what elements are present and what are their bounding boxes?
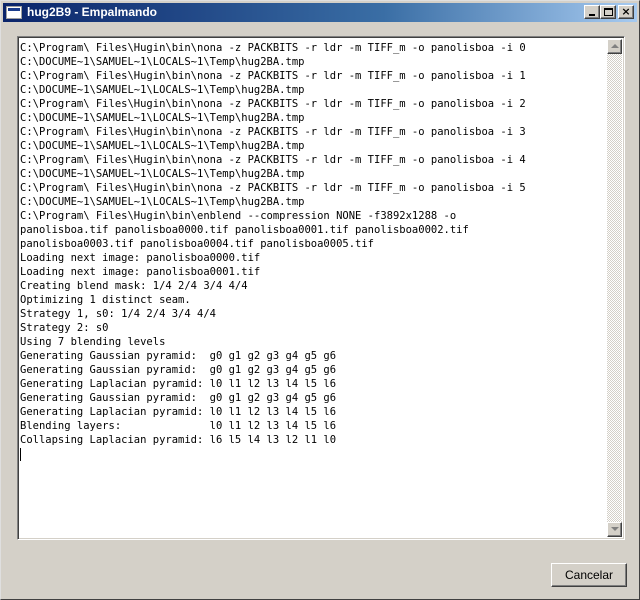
console-line: C:\DOCUME~1\SAMUEL~1\LOCALS~1\Temp\hug2B…	[20, 112, 305, 124]
close-icon: ×	[621, 5, 631, 18]
console-line: C:\DOCUME~1\SAMUEL~1\LOCALS~1\Temp\hug2B…	[20, 84, 305, 96]
console-line: C:\Program\ Files\Hugin\bin\nona -z PACK…	[20, 42, 526, 54]
console-line: C:\Program\ Files\Hugin\bin\enblend --co…	[20, 210, 457, 222]
minimize-icon	[589, 14, 595, 16]
console-line: C:\Program\ Files\Hugin\bin\nona -z PACK…	[20, 154, 526, 166]
console-line: C:\DOCUME~1\SAMUEL~1\LOCALS~1\Temp\hug2B…	[20, 140, 305, 152]
console-line: C:\DOCUME~1\SAMUEL~1\LOCALS~1\Temp\hug2B…	[20, 56, 305, 68]
console-line: panolisboa0003.tif panolisboa0004.tif pa…	[20, 238, 375, 250]
console-line: Strategy 1, s0: 1/4 2/4 3/4 4/4	[20, 308, 216, 320]
console-line: Using 7 blending levels	[20, 336, 166, 348]
scroll-down-arrow-icon	[611, 527, 619, 531]
scroll-up-button[interactable]	[607, 39, 622, 54]
maximize-button[interactable]	[600, 5, 616, 19]
console-output[interactable]: C:\Program\ Files\Hugin\bin\nona -z PACK…	[17, 36, 625, 540]
app-icon	[6, 6, 22, 19]
text-cursor	[20, 448, 21, 461]
console-line: C:\Program\ Files\Hugin\bin\nona -z PACK…	[20, 182, 526, 194]
scroll-down-button[interactable]	[607, 522, 622, 537]
vertical-scrollbar[interactable]	[607, 39, 622, 537]
console-line: Generating Laplacian pyramid: l0 l1 l2 l…	[20, 378, 337, 390]
close-button[interactable]: ×	[618, 5, 634, 19]
console-line: C:\Program\ Files\Hugin\bin\nona -z PACK…	[20, 126, 526, 138]
console-line: Optimizing 1 distinct seam.	[20, 294, 191, 306]
title-bar[interactable]: hug2B9 - Empalmando ×	[3, 3, 637, 22]
console-line: C:\DOCUME~1\SAMUEL~1\LOCALS~1\Temp\hug2B…	[20, 168, 305, 180]
console-line: C:\Program\ Files\Hugin\bin\nona -z PACK…	[20, 70, 526, 82]
window: hug2B9 - Empalmando × C:\Program\ Files\…	[0, 0, 640, 600]
console-line-cursor	[20, 447, 605, 461]
scroll-up-arrow-icon	[611, 44, 619, 48]
console-line: Generating Gaussian pyramid: g0 g1 g2 g3…	[20, 364, 337, 376]
console-line: panolisboa.tif panolisboa0000.tif panoli…	[20, 224, 469, 236]
console-line: Generating Laplacian pyramid: l0 l1 l2 l…	[20, 406, 337, 418]
window-title: hug2B9 - Empalmando	[27, 5, 158, 19]
console-line: Loading next image: panolisboa0000.tif	[20, 252, 261, 264]
console-line: Strategy 2: s0	[20, 322, 109, 334]
console-line: Blending layers: l0 l1 l2 l3 l4 l5 l6	[20, 420, 337, 432]
console-line: Loading next image: panolisboa0001.tif	[20, 266, 261, 278]
console-line: Generating Gaussian pyramid: g0 g1 g2 g3…	[20, 350, 337, 362]
cancel-button[interactable]: Cancelar	[551, 563, 627, 587]
maximize-icon	[604, 8, 613, 16]
console-line: C:\DOCUME~1\SAMUEL~1\LOCALS~1\Temp\hug2B…	[20, 196, 305, 208]
console-text: C:\Program\ Files\Hugin\bin\nona -z PACK…	[20, 41, 605, 537]
console-line: C:\Program\ Files\Hugin\bin\nona -z PACK…	[20, 98, 526, 110]
console-line: Collapsing Laplacian pyramid: l6 l5 l4 l…	[20, 434, 337, 446]
minimize-button[interactable]	[584, 5, 600, 19]
console-line: Generating Gaussian pyramid: g0 g1 g2 g3…	[20, 392, 337, 404]
console-line: Creating blend mask: 1/4 2/4 3/4 4/4	[20, 280, 248, 292]
